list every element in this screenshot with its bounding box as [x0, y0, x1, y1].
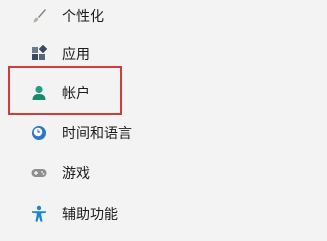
- sidebar-item-apps[interactable]: 应用: [24, 40, 224, 68]
- highlight-box: [8, 66, 122, 115]
- clock-globe-icon: [30, 124, 48, 142]
- apps-icon: [30, 45, 48, 63]
- settings-sidebar: 个性化 应用 帐户 时间和语言 游戏 辅助功能: [0, 0, 327, 241]
- sidebar-item-label: 游戏: [62, 166, 90, 182]
- sidebar-item-time-language[interactable]: 时间和语言: [24, 119, 224, 147]
- accessibility-icon: [30, 205, 48, 223]
- sidebar-item-label: 应用: [62, 47, 90, 63]
- sidebar-item-label: 辅助功能: [62, 207, 118, 223]
- sidebar-item-gaming[interactable]: 游戏: [24, 159, 224, 187]
- sidebar-item-label: 时间和语言: [62, 126, 132, 142]
- gamepad-icon: [30, 164, 48, 182]
- brush-icon: [30, 7, 48, 25]
- sidebar-item-label: 个性化: [62, 9, 104, 25]
- sidebar-item-personalization[interactable]: 个性化: [24, 2, 224, 30]
- sidebar-item-accessibility[interactable]: 辅助功能: [24, 200, 224, 228]
